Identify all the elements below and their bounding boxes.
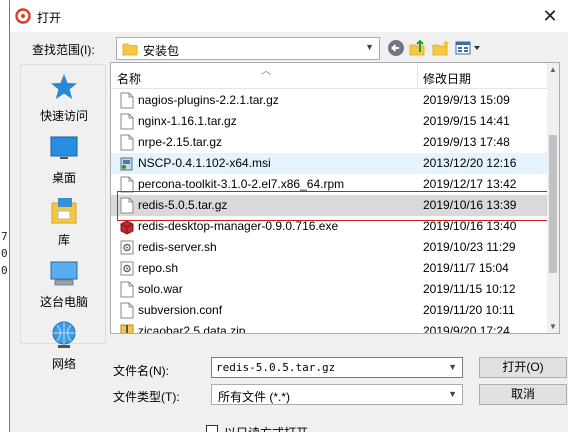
file-date: 2019/9/15 14:41 (423, 114, 510, 128)
vertical-scrollbar[interactable]: ▲ ▼ (547, 63, 559, 333)
file-row[interactable]: nrpe-2.15.tar.gz 2019/9/13 17:48 (111, 132, 548, 153)
place-label: 网络 (51, 357, 76, 371)
file-name: nagios-plugins-2.2.1.tar.gz (138, 93, 279, 107)
script-icon (120, 240, 134, 255)
app-swirl-icon (15, 8, 31, 24)
file-list: ︿ 名称 修改日期 nagios-plugins-2.2.1.tar.gz 201… (110, 62, 560, 334)
lookin-dropdown[interactable]: 安装包 ▼ (116, 37, 380, 60)
chevron-down-icon: ▼ (448, 389, 457, 399)
file-name: redis-desktop-manager-0.9.0.716.exe (138, 219, 339, 233)
cancel-button[interactable]: 取消 (479, 384, 567, 405)
chevron-down-icon: ▼ (365, 42, 374, 52)
file-name: zicaobar2.5 data.zip (138, 324, 246, 334)
open-file-dialog: 打开 ✕ 查找范围(I): 安装包 ▼ 快速访问 桌面 库 这台电脑 网络 ︿ … (9, 0, 568, 432)
file-row[interactable]: repo.sh 2019/11/7 15:04 (111, 258, 548, 279)
place-network[interactable]: 网络 (21, 319, 107, 379)
filetype-label: 文件类型(T): (113, 390, 180, 404)
file-row[interactable]: nagios-plugins-2.2.1.tar.gz 2019/9/13 15:… (111, 90, 548, 111)
file-row[interactable]: NSCP-0.4.1.102-x64.msi 2013/12/20 12:16 (111, 153, 548, 174)
file-date: 2019/11/15 10:12 (423, 282, 516, 296)
folder-icon (122, 43, 138, 56)
column-divider[interactable] (417, 63, 418, 89)
filename-input[interactable] (212, 358, 412, 377)
file-name: repo.sh (138, 261, 179, 275)
open-button[interactable]: 打开(O) (479, 357, 567, 378)
readonly-label: 以只读方式打开 (224, 424, 308, 432)
background-window-strip: 7 0 0 (0, 0, 9, 432)
file-icon (120, 92, 134, 109)
computer-icon (50, 261, 78, 286)
place-label: 库 (57, 233, 70, 247)
sort-ascending-icon: ︿ (261, 66, 271, 77)
network-icon (52, 321, 76, 348)
background-char: 7 (1, 230, 8, 243)
filename-input-box[interactable]: ▼ (211, 357, 463, 378)
column-header-name[interactable]: 名称 (117, 70, 141, 87)
filename-label: 文件名(N): (113, 364, 169, 378)
script-icon (120, 261, 134, 276)
file-row[interactable]: zicaobar2.5 data.zip 2019/9/20 17:24 (111, 321, 548, 334)
place-desktop[interactable]: 桌面 (21, 133, 107, 193)
msi-icon (120, 157, 133, 171)
file-icon (120, 113, 134, 130)
lookin-label: 查找范围(I): (32, 43, 95, 57)
file-name: nrpe-2.15.tar.gz (138, 135, 223, 149)
file-date: 2019/9/13 15:09 (423, 93, 510, 107)
file-date: 2019/11/20 10:11 (423, 303, 515, 317)
file-row[interactable]: solo.war 2019/11/15 10:12 (111, 279, 548, 300)
filetype-dropdown[interactable]: 所有文件 (*.*) ▼ (211, 384, 463, 405)
place-label: 桌面 (51, 171, 76, 185)
file-name: percona-toolkit-3.1.0-2.el7.x86_64.rpm (138, 177, 345, 191)
place-label: 这台电脑 (39, 295, 88, 309)
column-header-date[interactable]: 修改日期 (423, 70, 471, 87)
scroll-down-icon[interactable]: ▼ (549, 322, 557, 331)
chevron-down-icon[interactable]: ▼ (448, 362, 457, 372)
title-bar: 打开 ✕ (10, 0, 568, 32)
place-label: 快速访问 (39, 109, 88, 123)
file-date: 2019/12/17 13:42 (423, 177, 517, 191)
back-icon[interactable] (386, 38, 406, 58)
place-library[interactable]: 库 (21, 195, 107, 255)
file-name: solo.war (138, 282, 183, 296)
scrollbar-thumb[interactable] (549, 135, 557, 273)
dialog-title: 打开 (37, 11, 62, 25)
desktop-icon (50, 136, 78, 159)
close-button[interactable]: ✕ (539, 6, 561, 26)
filetype-value: 所有文件 (*.*) (218, 390, 291, 404)
file-date: 2019/9/20 17:24 (423, 324, 510, 334)
view-menu-icon[interactable] (454, 38, 482, 58)
file-date: 2019/9/13 17:48 (423, 135, 510, 149)
zip-icon (120, 324, 134, 333)
places-bar: 快速访问 桌面 库 这台电脑 网络 (20, 64, 107, 371)
place-this-pc[interactable]: 这台电脑 (21, 257, 107, 317)
file-icon (120, 134, 134, 151)
file-row[interactable]: nginx-1.16.1.tar.gz 2019/9/15 14:41 (111, 111, 548, 132)
readonly-checkbox[interactable] (206, 425, 218, 432)
background-char: 0 (1, 264, 8, 277)
place-quick-access[interactable]: 快速访问 (21, 71, 107, 131)
file-row[interactable]: subversion.conf 2019/11/20 10:11 (111, 300, 548, 321)
library-icon (51, 198, 77, 224)
up-folder-icon[interactable] (408, 38, 428, 58)
scroll-up-icon[interactable]: ▲ (549, 65, 557, 74)
file-date: 2019/11/7 15:04 (423, 261, 509, 275)
file-icon (120, 281, 134, 298)
annotation-highlight-box (117, 191, 558, 221)
file-name: nginx-1.16.1.tar.gz (138, 114, 237, 128)
file-name: NSCP-0.4.1.102-x64.msi (138, 156, 271, 170)
background-char: 0 (1, 247, 8, 260)
new-folder-icon[interactable] (431, 38, 451, 58)
lookin-value: 安装包 (143, 44, 180, 58)
star-icon (51, 74, 77, 99)
file-name: subversion.conf (138, 303, 223, 317)
file-icon (120, 302, 134, 319)
file-name: redis-server.sh (138, 240, 217, 254)
list-header: ︿ 名称 修改日期 (111, 63, 548, 89)
file-date: 2019/10/16 13:40 (423, 219, 517, 233)
file-row[interactable]: redis-server.sh 2019/10/23 11:29 (111, 237, 548, 258)
file-date: 2013/12/20 12:16 (423, 156, 517, 170)
file-date: 2019/10/23 11:29 (423, 240, 516, 254)
